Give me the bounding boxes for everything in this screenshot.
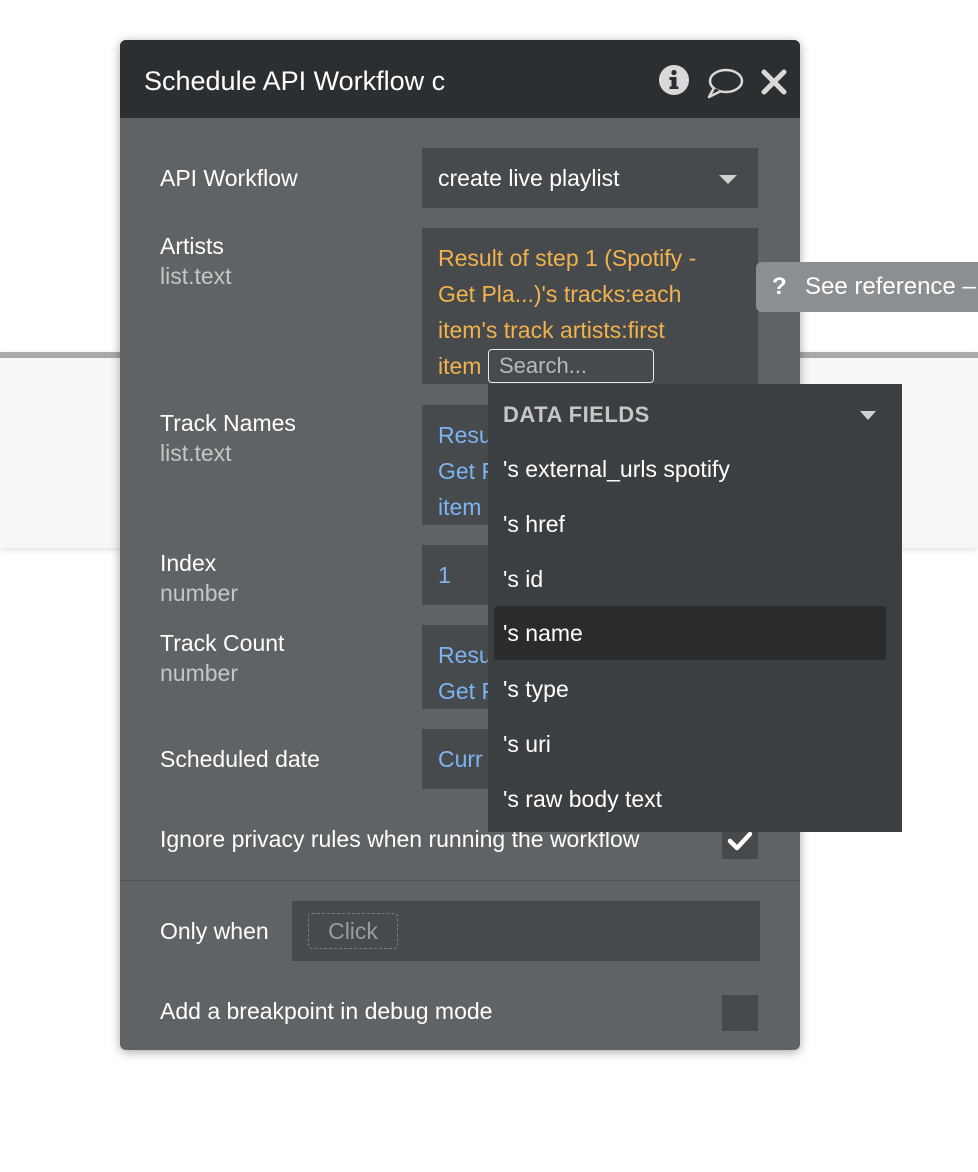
panel-header: Schedule API Workflow c xyxy=(120,40,800,118)
see-reference-tab[interactable]: ? See reference – xyxy=(756,262,978,312)
dropdown-search-box[interactable] xyxy=(488,349,654,383)
data-fields-dropdown: DATA FIELDS 's external_urls spotify 's … xyxy=(488,384,902,832)
artists-label: Artists xyxy=(160,233,224,259)
info-icon[interactable] xyxy=(658,64,690,101)
breakpoint-label: Add a breakpoint in debug mode xyxy=(160,998,493,1024)
scheduled-date-value: Curr xyxy=(438,746,483,772)
panel-title: Schedule API Workflow c xyxy=(144,66,446,96)
collapse-triangle-icon[interactable] xyxy=(859,410,877,421)
artists-expression-line: Result of step 1 (Spotify - xyxy=(438,245,697,271)
data-field-item-selected[interactable]: 's name xyxy=(494,606,886,660)
track-names-line: item xyxy=(438,494,482,520)
track-names-type: list.text xyxy=(160,440,232,466)
index-value: 1 xyxy=(438,562,451,588)
only-when-click-placeholder[interactable]: Click xyxy=(308,913,398,949)
data-field-item[interactable]: 's raw body text xyxy=(494,772,886,826)
artists-expression-line: Get Pla...)'s tracks:each xyxy=(438,281,682,307)
data-field-item[interactable]: 's type xyxy=(494,662,886,716)
comment-icon[interactable] xyxy=(706,66,744,105)
track-count-line: Resu xyxy=(438,642,492,668)
artists-expression-line: item's track artists:first xyxy=(438,317,665,343)
data-fields-header[interactable]: DATA FIELDS xyxy=(503,402,650,428)
track-names-line: Resu xyxy=(438,422,492,448)
index-type: number xyxy=(160,580,238,606)
question-icon: ? xyxy=(772,273,787,300)
section-divider xyxy=(120,880,800,881)
data-field-item[interactable]: 's external_urls spotify xyxy=(494,442,886,496)
dropdown-search-input[interactable] xyxy=(489,350,651,382)
artists-expression-line: item xyxy=(438,353,482,379)
track-names-label: Track Names xyxy=(160,410,296,436)
chevron-down-icon xyxy=(719,175,737,184)
index-label: Index xyxy=(160,550,217,576)
scheduled-date-label: Scheduled date xyxy=(160,746,320,772)
close-icon[interactable] xyxy=(760,68,788,101)
only-when-label: Only when xyxy=(160,918,269,944)
track-count-type: number xyxy=(160,660,238,686)
data-field-item[interactable]: 's uri xyxy=(494,717,886,771)
api-workflow-label: API Workflow xyxy=(160,165,298,191)
breakpoint-checkbox[interactable] xyxy=(722,995,758,1031)
data-field-item[interactable]: 's id xyxy=(494,552,886,606)
only-when-field[interactable]: Click xyxy=(292,901,760,961)
api-workflow-select[interactable]: create live playlist xyxy=(422,148,758,208)
artists-type: list.text xyxy=(160,263,232,289)
see-reference-label: See reference – xyxy=(805,273,976,300)
data-field-item[interactable]: 's href xyxy=(494,497,886,551)
api-workflow-value: create live playlist xyxy=(438,165,620,191)
track-count-label: Track Count xyxy=(160,630,285,656)
